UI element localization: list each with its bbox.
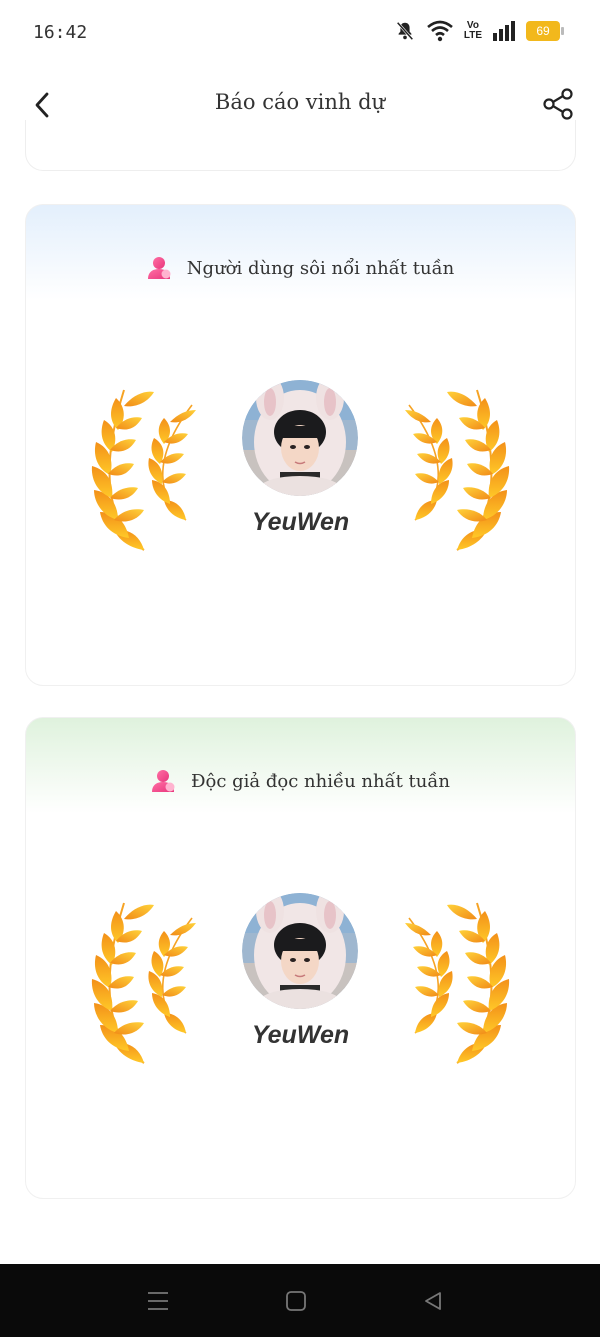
signal-icon [493, 21, 515, 41]
avatar[interactable] [242, 380, 358, 496]
status-icons: Vo LTE 69 [394, 20, 564, 42]
status-time: 16:42 [33, 22, 88, 43]
system-navigation-bar [0, 1264, 600, 1337]
winner-name[interactable]: YeuWen [26, 1021, 575, 1050]
page-title: Báo cáo vinh dự [214, 90, 386, 114]
wifi-icon [427, 20, 453, 42]
home-square-icon [286, 1291, 306, 1311]
honor-card-most-active-user: Người dùng sôi nổi nhất tuần YeuWen [25, 204, 576, 686]
recent-apps-button[interactable] [143, 1286, 173, 1316]
card-title: Người dùng sôi nổi nhất tuần [186, 257, 455, 279]
user-icon [147, 257, 171, 279]
share-icon [543, 88, 573, 120]
card-title: Độc giả đọc nhiều nhất tuần [190, 770, 450, 792]
menu-icon [148, 1292, 168, 1310]
user-icon [151, 770, 175, 792]
card-header: Độc giả đọc nhiều nhất tuần [26, 768, 575, 794]
triangle-back-icon [425, 1292, 441, 1310]
battery-indicator: 69 [526, 21, 564, 41]
home-button[interactable] [281, 1286, 311, 1316]
previous-card-bottom [25, 120, 576, 171]
status-bar: 16:42 Vo LTE 69 [0, 0, 600, 70]
avatar[interactable] [242, 893, 358, 1009]
winner-section: YeuWen [26, 883, 575, 1083]
honor-card-top-reader: Độc giả đọc nhiều nhất tuần YeuWen [25, 717, 576, 1199]
volte-indicator: Vo LTE [463, 20, 482, 41]
winner-name[interactable]: YeuWen [26, 508, 575, 537]
winner-section: YeuWen [26, 370, 575, 570]
card-header: Người dùng sôi nổi nhất tuần [26, 255, 575, 281]
muted-bell-icon [396, 21, 414, 41]
system-back-button[interactable] [418, 1286, 448, 1316]
